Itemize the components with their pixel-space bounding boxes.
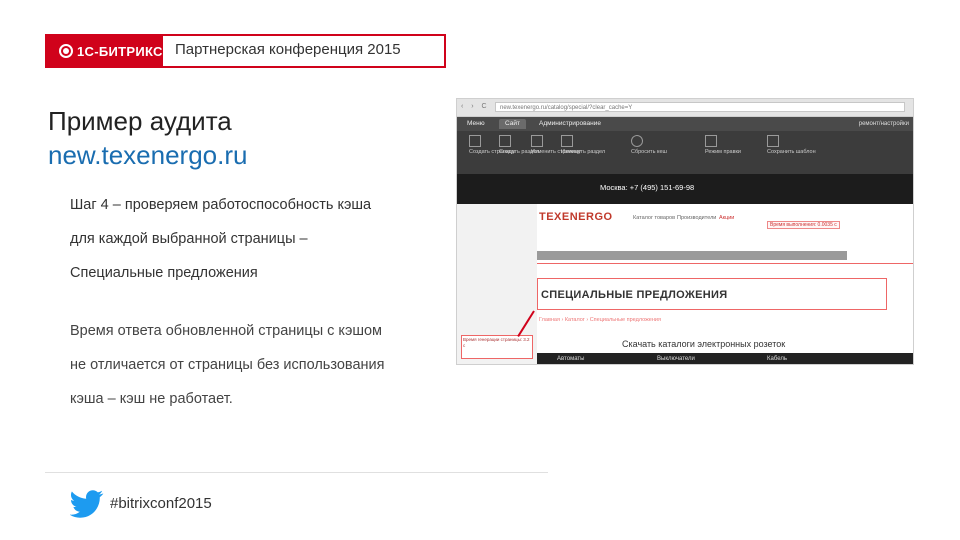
browser-bar: ‹ › C new.texenergo.ru/catalog/special/?… [457, 99, 913, 117]
result-line: Время ответа обновленной страницы с кэшо… [70, 323, 383, 339]
result-description: Время ответа обновленной страницы с кэшо… [70, 314, 440, 416]
conference-title: Партнерская конференция 2015 [175, 41, 401, 58]
admin-panel: Меню Сайт Администрирование ремонт/настр… [457, 117, 913, 131]
category-item: Автоматы [557, 356, 585, 362]
debug-line [537, 263, 913, 264]
generation-debug-box: Время генерации страницы: 3.2 с [461, 335, 533, 359]
step-line: Специальные предложения [70, 265, 258, 281]
site-menu-item: Каталог товаров [633, 215, 675, 221]
page-icon [469, 135, 481, 147]
site-menu-item: Производители [677, 215, 717, 221]
tab-menu: Меню [467, 120, 485, 127]
site-phone: Москва: +7 (495) 151-69-98 [600, 183, 695, 192]
site-screenshot: ‹ › C new.texenergo.ru/catalog/special/?… [456, 98, 914, 365]
hashtag: #bitrixconf2015 [110, 495, 212, 512]
annotation-arrow [517, 310, 535, 337]
tool-edit-section: Изменить раздел [561, 135, 605, 156]
tab-admin: Администрирование [539, 120, 601, 127]
address-bar: new.texenergo.ru/catalog/special/?clear_… [495, 102, 905, 112]
grid-icon [705, 135, 717, 147]
admin-toolbar: Создать страницу Создать раздел Изменить… [457, 131, 913, 174]
title-line: Пример аудита [48, 106, 232, 136]
site-menu-item: Акции [719, 215, 735, 221]
category-item: Кабель [767, 356, 787, 362]
logo-text: 1С-БИТРИКС [77, 43, 163, 59]
download-link: Скачать каталоги электронных розеток [622, 339, 786, 349]
category-bar: Автоматы Выключатели Кабель [537, 353, 913, 364]
twitter-icon [70, 490, 104, 518]
step-line: для каждой выбранной страницы – [70, 231, 308, 247]
site-nav-bar [537, 251, 847, 260]
slide-title: Пример аудита new.texenergo.ru [48, 104, 247, 172]
step-line: Шаг 4 – проверяем работоспособность кэша [70, 197, 372, 213]
step-description: Шаг 4 – проверяем работоспособность кэша… [70, 188, 430, 290]
category-item: Выключатели [657, 356, 695, 362]
template-icon [767, 135, 779, 147]
site-breadcrumb: Главная › Каталог › Специальные предложе… [539, 317, 661, 323]
result-line: кэша – кэш не работает. [70, 391, 233, 407]
tool-save-template: Сохранить шаблон [767, 135, 816, 156]
site-header: Москва: +7 (495) 151-69-98 [457, 174, 913, 204]
browser-nav: ‹ › C [461, 103, 490, 110]
admin-user: ремонт/настройки [858, 121, 909, 127]
cache-debug-box: Время выполнения: 0.0035 с [767, 221, 840, 229]
refresh-icon [631, 135, 643, 147]
bitrix-logo-icon [59, 44, 73, 58]
title-url: new.texenergo.ru [48, 140, 248, 170]
tab-site: Сайт [499, 119, 526, 129]
edit-page-icon [531, 135, 543, 147]
special-title: СПЕЦИАЛЬНЫЕ ПРЕДЛОЖЕНИЯ [541, 289, 728, 301]
tool-edit-mode: Режим правки [705, 135, 741, 156]
tool-clear-cache: Сбросить кеш [631, 135, 667, 156]
edit-folder-icon [561, 135, 573, 147]
result-line: не отличается от страницы без использова… [70, 357, 385, 373]
folder-icon [499, 135, 511, 147]
site-logo: TEXENERGO [539, 211, 613, 223]
footer-divider [45, 472, 548, 473]
bitrix-logo: 1С-БИТРИКС [45, 34, 163, 68]
